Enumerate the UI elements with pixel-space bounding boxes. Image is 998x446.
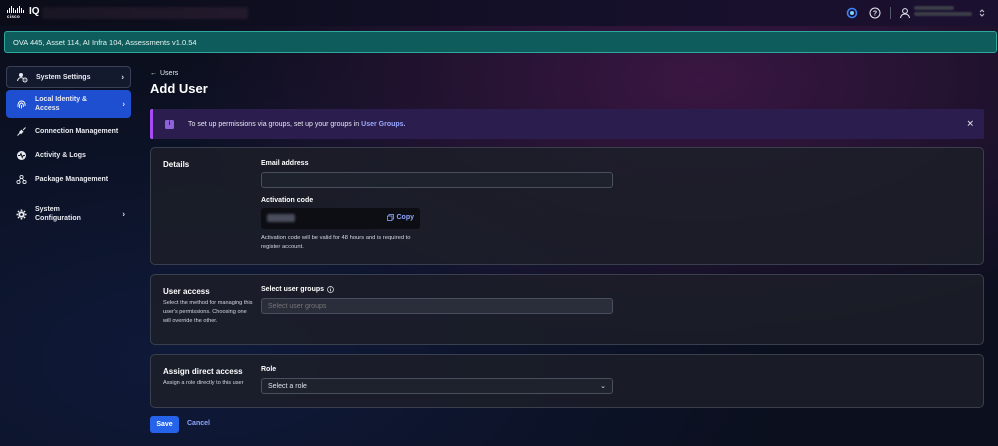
sidebar-item-label: Connection Management [35,127,119,135]
copy-label: Copy [396,214,415,221]
user-name-redacted[interactable] [914,6,976,20]
info-circle-icon[interactable] [327,286,334,293]
role-select-value: Select a role [268,382,307,390]
details-title: Details [163,160,190,169]
gear-icon [16,209,27,220]
expand-icon[interactable] [975,6,989,20]
main-content: ← Users Add User i To set up permissions… [150,70,984,408]
direct-access-card: Assign direct access Assign a role direc… [150,354,984,408]
user-access-description: Select the method for managing this user… [163,300,253,324]
sidebar-item-label: Activity & Logs [35,151,86,159]
info-text: To set up permissions via groups, set up… [188,121,406,128]
info-message: To set up permissions via groups, set up… [188,120,362,128]
svg-text:?: ? [873,10,877,17]
cisco-iq-logo[interactable]: cisco IQ [7,6,40,19]
user-groups-input[interactable] [261,298,613,314]
packages-icon [16,174,27,185]
sidebar-item-label: Package Management [35,175,109,183]
activity-icon [16,150,27,161]
sidebar-item-system-settings[interactable]: System Settings › [6,66,131,88]
activation-code-box: Copy [261,208,420,229]
sidebar-item-connection-management[interactable]: Connection Management [6,120,131,142]
user-icon[interactable] [898,6,912,20]
cancel-button[interactable]: Cancel [187,420,210,427]
status-ring-icon[interactable] [845,6,859,20]
page-title: Add User [150,81,208,96]
activation-hint: Activation code will be valid for 48 hou… [261,235,411,250]
cisco-wordmark: cisco [7,14,21,19]
user-groups-label-text: Select user groups [261,286,325,293]
user-groups-link[interactable]: User Groups. [361,121,405,128]
chevron-right-icon: › [122,99,125,109]
info-icon: i [165,119,174,129]
cisco-logo: cisco [7,6,25,19]
divider [890,7,891,19]
sidebar-item-local-identity[interactable]: Local Identity & Access › [6,90,131,118]
copy-button[interactable]: Copy [386,214,415,221]
product-name: IQ [29,6,40,17]
chevron-right-icon: › [121,72,124,82]
back-link-label: Users [160,70,179,77]
redacted-region [42,7,248,19]
version-banner: OVA 445, Asset 114, AI Infra 104, Assess… [4,31,997,53]
version-text: OVA 445, Asset 114, AI Infra 104, Assess… [13,37,197,47]
sidebar-item-package-management[interactable]: Package Management [6,168,131,190]
plug-icon [16,126,27,137]
role-label: Role [261,366,277,373]
close-icon[interactable]: ✕ [966,119,974,130]
sidebar-item-system-configuration[interactable]: System Configuration › [6,200,131,228]
sidebar-item-label: System Settings [36,73,91,81]
sidebar-item-label: System Configuration [35,206,81,222]
sidebar: System Settings › Local Identity & Acces… [6,66,131,230]
activation-code-value-redacted [267,214,295,222]
direct-access-title: Assign direct access [163,367,243,376]
details-card: Details Email address Activation code Co… [150,147,984,265]
arrow-left-icon: ← [150,70,157,77]
copy-icon [386,214,394,221]
chevron-down-icon: ⌄ [600,383,606,390]
sidebar-item-label: Local Identity & Access [35,96,88,112]
save-button[interactable]: Save [150,416,179,433]
help-icon[interactable]: ? [868,6,882,20]
user-access-card: User access Select the method for managi… [150,274,984,345]
email-field[interactable] [261,172,613,188]
top-bar: cisco IQ ? [0,0,998,26]
role-select[interactable]: Select a role ⌄ [261,378,613,394]
user-gear-icon [17,72,28,83]
user-access-title: User access [163,287,210,296]
direct-access-description: Assign a role directly to this user [163,380,244,386]
fingerprint-icon [16,99,27,110]
back-to-users-link[interactable]: ← Users [150,70,984,77]
chevron-right-icon: › [122,209,125,219]
email-label: Email address [261,160,309,167]
sidebar-item-activity-logs[interactable]: Activity & Logs [6,144,131,166]
user-groups-label: Select user groups [261,286,334,293]
activation-code-label: Activation code [261,197,314,204]
info-banner: i To set up permissions via groups, set … [150,109,984,139]
